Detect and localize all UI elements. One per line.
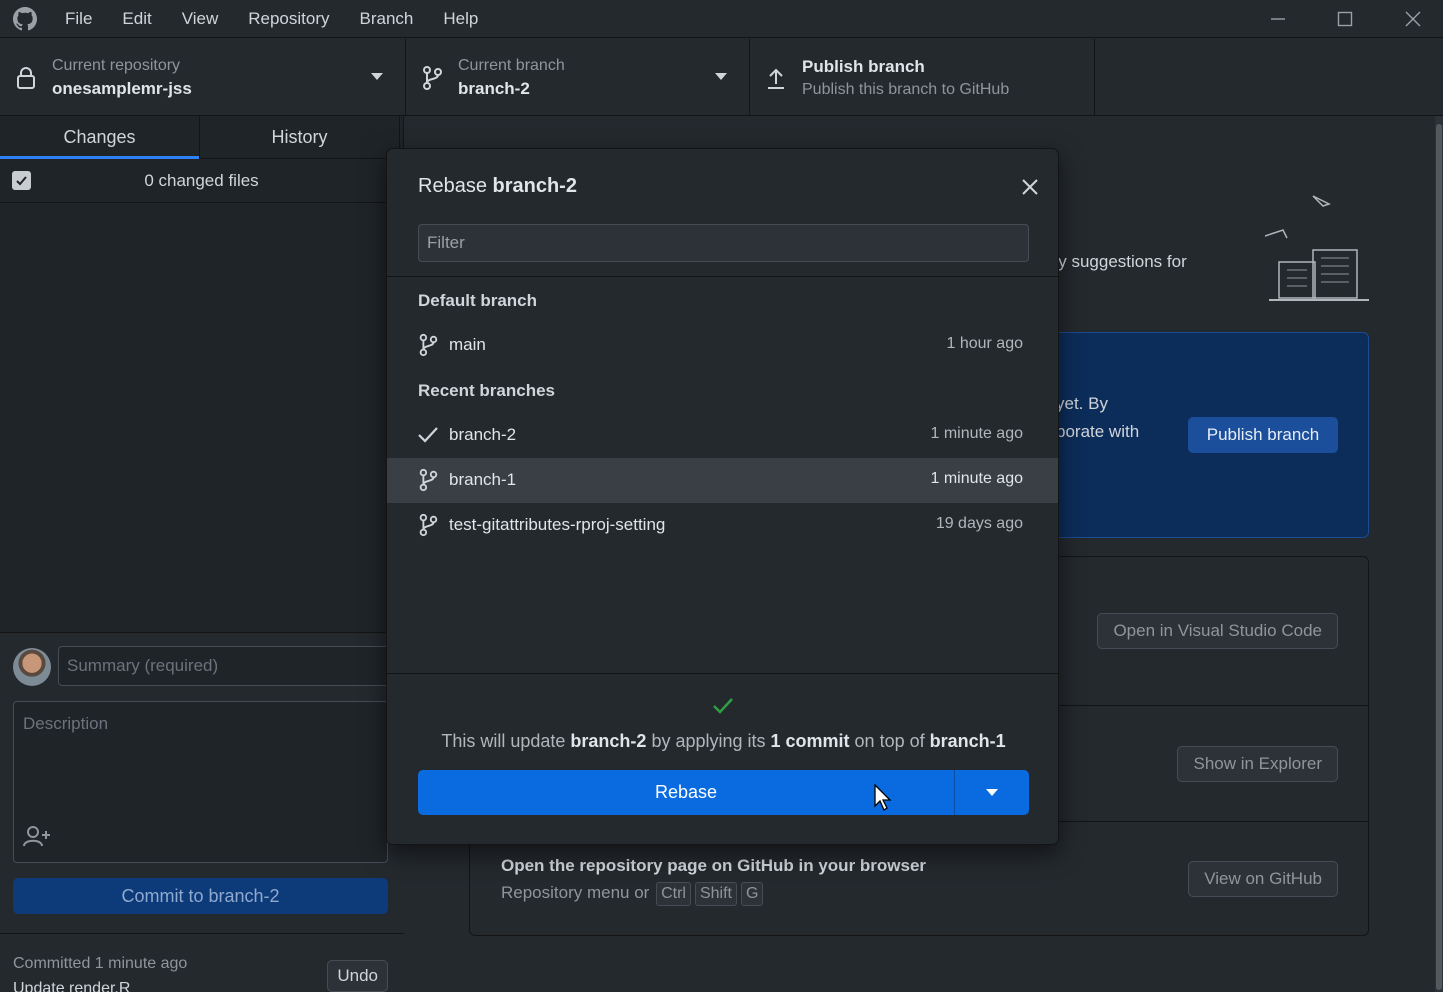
- last-commit: Committed 1 minute ago Update render.R U…: [0, 933, 404, 992]
- sidebar-tabs: Changes History: [0, 116, 403, 159]
- branch-time: 1 hour ago: [946, 335, 1023, 352]
- branch-time: 1 minute ago: [930, 425, 1023, 442]
- lock-icon: [0, 66, 52, 90]
- scrollbar-thumb[interactable]: [1436, 124, 1442, 990]
- publish-card-text-1: yet. By: [1056, 394, 1108, 413]
- current-repository-button[interactable]: Current repository onesamplemr-jss: [0, 39, 406, 116]
- newspaper-illustration-icon: [1264, 186, 1375, 311]
- changes-header: 0 changed files: [0, 159, 403, 203]
- dialog-title: Rebase branch-2: [418, 175, 577, 198]
- rebase-dialog: Rebase branch-2 Filter Default branch ma…: [386, 148, 1059, 845]
- minimize-icon[interactable]: [1245, 0, 1311, 38]
- commit-area: Summary (required) Description Commit to…: [0, 632, 404, 992]
- show-in-explorer-button[interactable]: Show in Explorer: [1177, 746, 1338, 782]
- git-branch-icon: [417, 513, 441, 537]
- publish-card-text-2: borate with: [1056, 422, 1140, 441]
- suggestions-text: dly suggestions for: [1045, 252, 1187, 271]
- description-placeholder: Description: [23, 714, 109, 733]
- git-branch-icon: [417, 468, 441, 492]
- branch-time: 19 days ago: [935, 515, 1023, 532]
- undo-button[interactable]: Undo: [327, 960, 388, 992]
- dialog-title-branch: branch-2: [492, 175, 577, 197]
- msg-commit-count: 1 commit: [770, 731, 850, 751]
- scrollbar[interactable]: [1435, 116, 1443, 992]
- github-icon: [0, 0, 50, 38]
- branch-time: 1 minute ago: [930, 470, 1023, 487]
- title-bar: File Edit View Repository Branch Help: [0, 0, 1443, 38]
- key-g: G: [740, 882, 764, 906]
- summary-input[interactable]: Summary (required): [58, 646, 398, 686]
- mouse-cursor-icon: [874, 783, 894, 817]
- chevron-down-icon: [715, 73, 727, 80]
- chevron-down-icon: [371, 73, 383, 80]
- add-coauthor-icon[interactable]: [23, 825, 51, 852]
- branch-name: main: [449, 335, 486, 354]
- menu-file[interactable]: File: [50, 0, 107, 38]
- publish-branch-label: Publish branch: [802, 56, 925, 76]
- success-check-icon: [711, 696, 735, 721]
- menu-repository[interactable]: Repository: [233, 0, 344, 38]
- git-branch-icon: [406, 65, 458, 91]
- branch-row-branch-2[interactable]: branch-2 1 minute ago: [387, 413, 1058, 458]
- publish-branch-sub: Publish this branch to GitHub: [802, 80, 1010, 98]
- dialog-footer: This will update branch-2 by applying it…: [387, 674, 1058, 844]
- publish-branch-button[interactable]: Publish branch: [1188, 417, 1338, 453]
- close-icon[interactable]: [1018, 175, 1042, 199]
- window-close-icon[interactable]: [1380, 0, 1443, 38]
- current-repository-name: onesamplemr-jss: [52, 78, 192, 98]
- filter-input[interactable]: Filter: [418, 224, 1029, 262]
- git-branch-icon: [417, 333, 441, 357]
- menu-view[interactable]: View: [167, 0, 234, 38]
- rebase-options-dropdown[interactable]: [954, 770, 1029, 815]
- view-on-github-shortcut: Repository menu or Ctrl Shift G: [501, 882, 765, 906]
- msg-base-branch: branch-1: [929, 731, 1006, 751]
- branch-name: test-gitattributes-rproj-setting: [449, 515, 666, 534]
- last-commit-status: Committed 1 minute ago: [13, 955, 188, 972]
- last-commit-message: Update render.R: [13, 980, 131, 992]
- branch-name: branch-2: [449, 425, 517, 444]
- key-ctrl: Ctrl: [656, 882, 691, 906]
- maximize-icon[interactable]: [1312, 0, 1378, 38]
- chevron-down-icon: [986, 789, 998, 796]
- dialog-title-prefix: Rebase: [418, 175, 487, 197]
- select-all-checkbox[interactable]: [12, 171, 31, 190]
- menu-edit[interactable]: Edit: [107, 0, 166, 38]
- menu-branch[interactable]: Branch: [345, 0, 429, 38]
- msg-branch: branch-2: [570, 731, 647, 751]
- msg-part-1: This will update: [441, 731, 571, 751]
- default-branch-label: Default branch: [418, 291, 538, 310]
- view-on-github-button[interactable]: View on GitHub: [1188, 861, 1338, 897]
- divider: [387, 276, 1058, 277]
- key-shift: Shift: [694, 882, 737, 906]
- tab-history[interactable]: History: [200, 116, 400, 158]
- recent-branches-label: Recent branches: [418, 381, 555, 400]
- avatar: [13, 648, 51, 686]
- commit-button[interactable]: Commit to branch-2: [13, 878, 388, 914]
- sidebar: Changes History 0 changed files Summary …: [0, 116, 404, 992]
- msg-part-3: on top of: [849, 731, 930, 751]
- branch-row-main[interactable]: main 1 hour ago: [387, 323, 1058, 368]
- changed-files-count: 0 changed files: [144, 170, 259, 190]
- tab-changes[interactable]: Changes: [0, 116, 200, 159]
- upload-icon: [750, 66, 802, 90]
- branch-row-branch-1[interactable]: branch-1 1 minute ago: [387, 458, 1058, 503]
- toolbar: Current repository onesamplemr-jss Curre…: [0, 39, 1443, 116]
- current-branch-label: Current branch: [458, 56, 565, 74]
- current-branch-name: branch-2: [458, 78, 530, 98]
- description-field[interactable]: Description: [13, 701, 388, 863]
- check-icon: [417, 423, 441, 447]
- menu-help[interactable]: Help: [428, 0, 493, 38]
- shortcut-prefix: Repository menu or: [501, 883, 650, 902]
- view-on-github-title: Open the repository page on GitHub in yo…: [501, 856, 927, 875]
- branch-row-test-gitattributes[interactable]: test-gitattributes-rproj-setting 19 days…: [387, 503, 1058, 548]
- current-branch-button[interactable]: Current branch branch-2: [406, 39, 750, 116]
- rebase-summary-message: This will update branch-2 by applying it…: [387, 731, 1058, 752]
- current-repository-label: Current repository: [52, 56, 181, 74]
- open-in-vscode-button[interactable]: Open in Visual Studio Code: [1097, 613, 1338, 649]
- msg-part-2: by applying its: [646, 731, 771, 751]
- branch-name: branch-1: [449, 470, 517, 489]
- publish-branch-toolbar-button[interactable]: Publish branch Publish this branch to Gi…: [750, 39, 1095, 116]
